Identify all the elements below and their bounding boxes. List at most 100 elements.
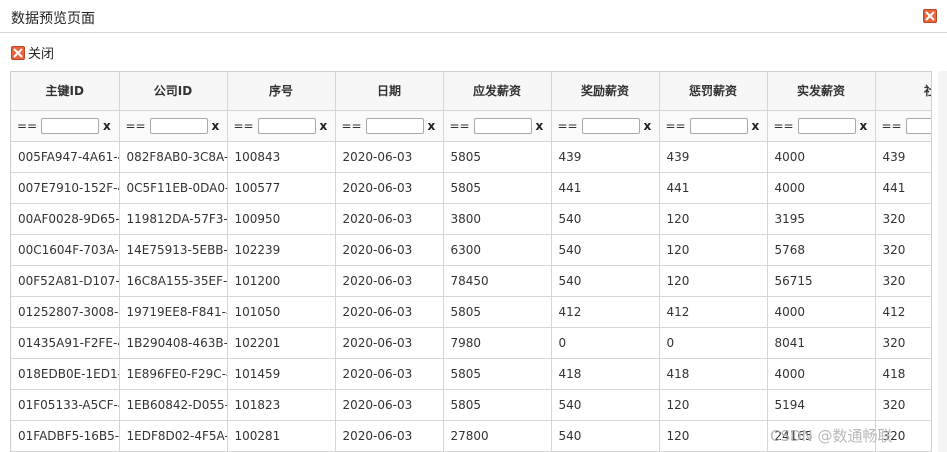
column-header[interactable]: 日期 — [334, 72, 444, 111]
table-row[interactable]: 007E7910-152F-490C5F11EB-0DA0-4100577202… — [11, 171, 931, 204]
table-cell: 6300 — [442, 233, 552, 266]
table-row[interactable]: 00AF0028-9D65-4 119812DA-57F3-4 100950 2020… — [11, 202, 931, 235]
table-cell: 2020-06-03 — [334, 140, 444, 173]
table-cell: 27800 — [442, 419, 552, 452]
filter-operator[interactable]: == — [558, 119, 582, 133]
window-close-button[interactable] — [923, 9, 937, 23]
filter-operator[interactable]: == — [450, 119, 474, 133]
table-cell: 101823 — [226, 388, 336, 421]
filter-row: ==x==x==x==x==x==x==x==x==x — [11, 109, 931, 142]
column-header[interactable]: 实发薪资 — [766, 72, 876, 111]
filter-clear-button[interactable]: x — [320, 119, 328, 133]
filter-input[interactable] — [41, 117, 99, 134]
table-cell: 78450 — [442, 264, 552, 297]
table-cell: 320 — [874, 419, 931, 452]
filter-clear-button[interactable]: x — [644, 119, 652, 133]
table-row[interactable]: 018EDB0E-1ED1-41E896FE0-F29C-49101459202… — [11, 357, 931, 390]
table-cell: 082F8AB0-3C8A-4 — [118, 140, 228, 173]
table-cell: 412 — [658, 295, 768, 328]
filter-input[interactable] — [905, 117, 931, 134]
column-header[interactable]: 惩罚薪资 — [658, 72, 768, 111]
table-cell: 441 — [874, 171, 931, 204]
filter-cell: == x — [766, 109, 876, 142]
table-cell: 4000 — [766, 295, 876, 328]
table-cell: 24165 — [766, 419, 876, 452]
table-cell: 5805 — [442, 388, 552, 421]
table-cell: 439 — [658, 140, 768, 173]
table-cell: 120 — [658, 233, 768, 266]
filter-operator[interactable]: == — [126, 119, 150, 133]
filter-operator[interactable]: == — [774, 119, 798, 133]
filter-cell: == x — [550, 109, 660, 142]
column-header[interactable]: 公司ID — [118, 72, 228, 111]
table-cell: 56715 — [766, 264, 876, 297]
table-row[interactable]: 01FADBF5-16B5-4 1EDF8D02-4F5A-4 100281 2020… — [11, 419, 931, 452]
filter-operator[interactable]: == — [234, 119, 258, 133]
table-cell: 320 — [874, 388, 931, 421]
filter-clear-button[interactable]: x — [103, 119, 111, 133]
header-row: 主键ID公司ID序号日期应发薪资奖励薪资惩罚薪资实发薪资社 — [11, 72, 931, 111]
table-cell: 101200 — [226, 264, 336, 297]
table-cell: 412 — [550, 295, 660, 328]
column-header[interactable]: 奖励薪资 — [550, 72, 660, 111]
filter-clear-button[interactable]: x — [752, 119, 760, 133]
table-row[interactable]: 01F05133-A5CF-4B1EB60842-D055-4101823202… — [11, 388, 931, 421]
table-row[interactable]: 005FA947-4A61-4B082F8AB0-3C8A-4100843202… — [11, 140, 931, 173]
table-row[interactable]: 01435A91-F2FE-4B1B290408-463B-4102201202… — [11, 326, 931, 359]
filter-input[interactable] — [689, 117, 748, 134]
table-cell: 2020-06-03 — [334, 171, 444, 204]
table-cell: 2020-06-03 — [334, 295, 444, 328]
table-cell: 100843 — [226, 140, 336, 173]
table-cell: 439 — [550, 140, 660, 173]
table-cell: 00F52A81-D107-4 — [11, 264, 120, 297]
title-bar: 数据预览页面 — [0, 0, 947, 33]
vertical-scrollbar[interactable] — [938, 71, 947, 452]
filter-operator[interactable]: == — [342, 119, 366, 133]
table-cell: 4000 — [766, 357, 876, 390]
table-cell: 018EDB0E-1ED1-4 — [11, 357, 120, 390]
table-cell: 5805 — [442, 140, 552, 173]
table-cell: 100950 — [226, 202, 336, 235]
table-cell: 540 — [550, 388, 660, 421]
table-cell: 01435A91-F2FE-4B — [11, 326, 120, 359]
table-row[interactable]: 01252807-3008-4519719EE8-F841-4010105020… — [11, 295, 931, 328]
column-header[interactable]: 序号 — [226, 72, 336, 111]
filter-input[interactable] — [581, 117, 640, 134]
table-cell: 00AF0028-9D65-4 — [11, 202, 120, 235]
filter-operator[interactable]: == — [882, 119, 906, 133]
filter-cell: == x — [118, 109, 228, 142]
table-cell: 1E896FE0-F29C-49 — [118, 357, 228, 390]
filter-input[interactable] — [365, 117, 424, 134]
filter-clear-button[interactable]: x — [536, 119, 544, 133]
column-header[interactable]: 应发薪资 — [442, 72, 552, 111]
filter-clear-button[interactable]: x — [428, 119, 436, 133]
table-cell: 320 — [874, 202, 931, 235]
window-title: 数据预览页面 — [11, 11, 95, 27]
table-row[interactable]: 00C1604F-703A-4014E75913-5EBB-4102239202… — [11, 233, 931, 266]
table-cell: 2020-06-03 — [334, 419, 444, 452]
filter-operator[interactable]: == — [17, 119, 41, 133]
filter-input[interactable] — [797, 117, 856, 134]
column-header[interactable]: 主键ID — [11, 72, 120, 111]
table-cell: 102239 — [226, 233, 336, 266]
filter-input[interactable] — [257, 117, 316, 134]
filter-clear-button[interactable]: x — [860, 119, 868, 133]
column-header[interactable]: 社 — [874, 72, 931, 111]
table-cell: 01FADBF5-16B5-4 — [11, 419, 120, 452]
table-cell: 120 — [658, 388, 768, 421]
filter-clear-button[interactable]: x — [212, 119, 220, 133]
close-button[interactable]: 关闭 — [11, 43, 54, 62]
filter-cell: == x — [11, 109, 120, 142]
filter-cell: ==x — [874, 109, 931, 142]
table-cell: 8041 — [766, 326, 876, 359]
table-cell: 2020-06-03 — [334, 202, 444, 235]
table-row[interactable]: 00F52A81-D107-4 16C8A155-35EF-4 101200 2020… — [11, 264, 931, 297]
table-cell: 540 — [550, 233, 660, 266]
table-cell: 101050 — [226, 295, 336, 328]
table-cell: 01252807-3008-45 — [11, 295, 120, 328]
filter-operator[interactable]: == — [666, 119, 690, 133]
filter-input[interactable] — [473, 117, 532, 134]
filter-input[interactable] — [149, 117, 208, 134]
table-cell: 3800 — [442, 202, 552, 235]
table-cell: 418 — [550, 357, 660, 390]
